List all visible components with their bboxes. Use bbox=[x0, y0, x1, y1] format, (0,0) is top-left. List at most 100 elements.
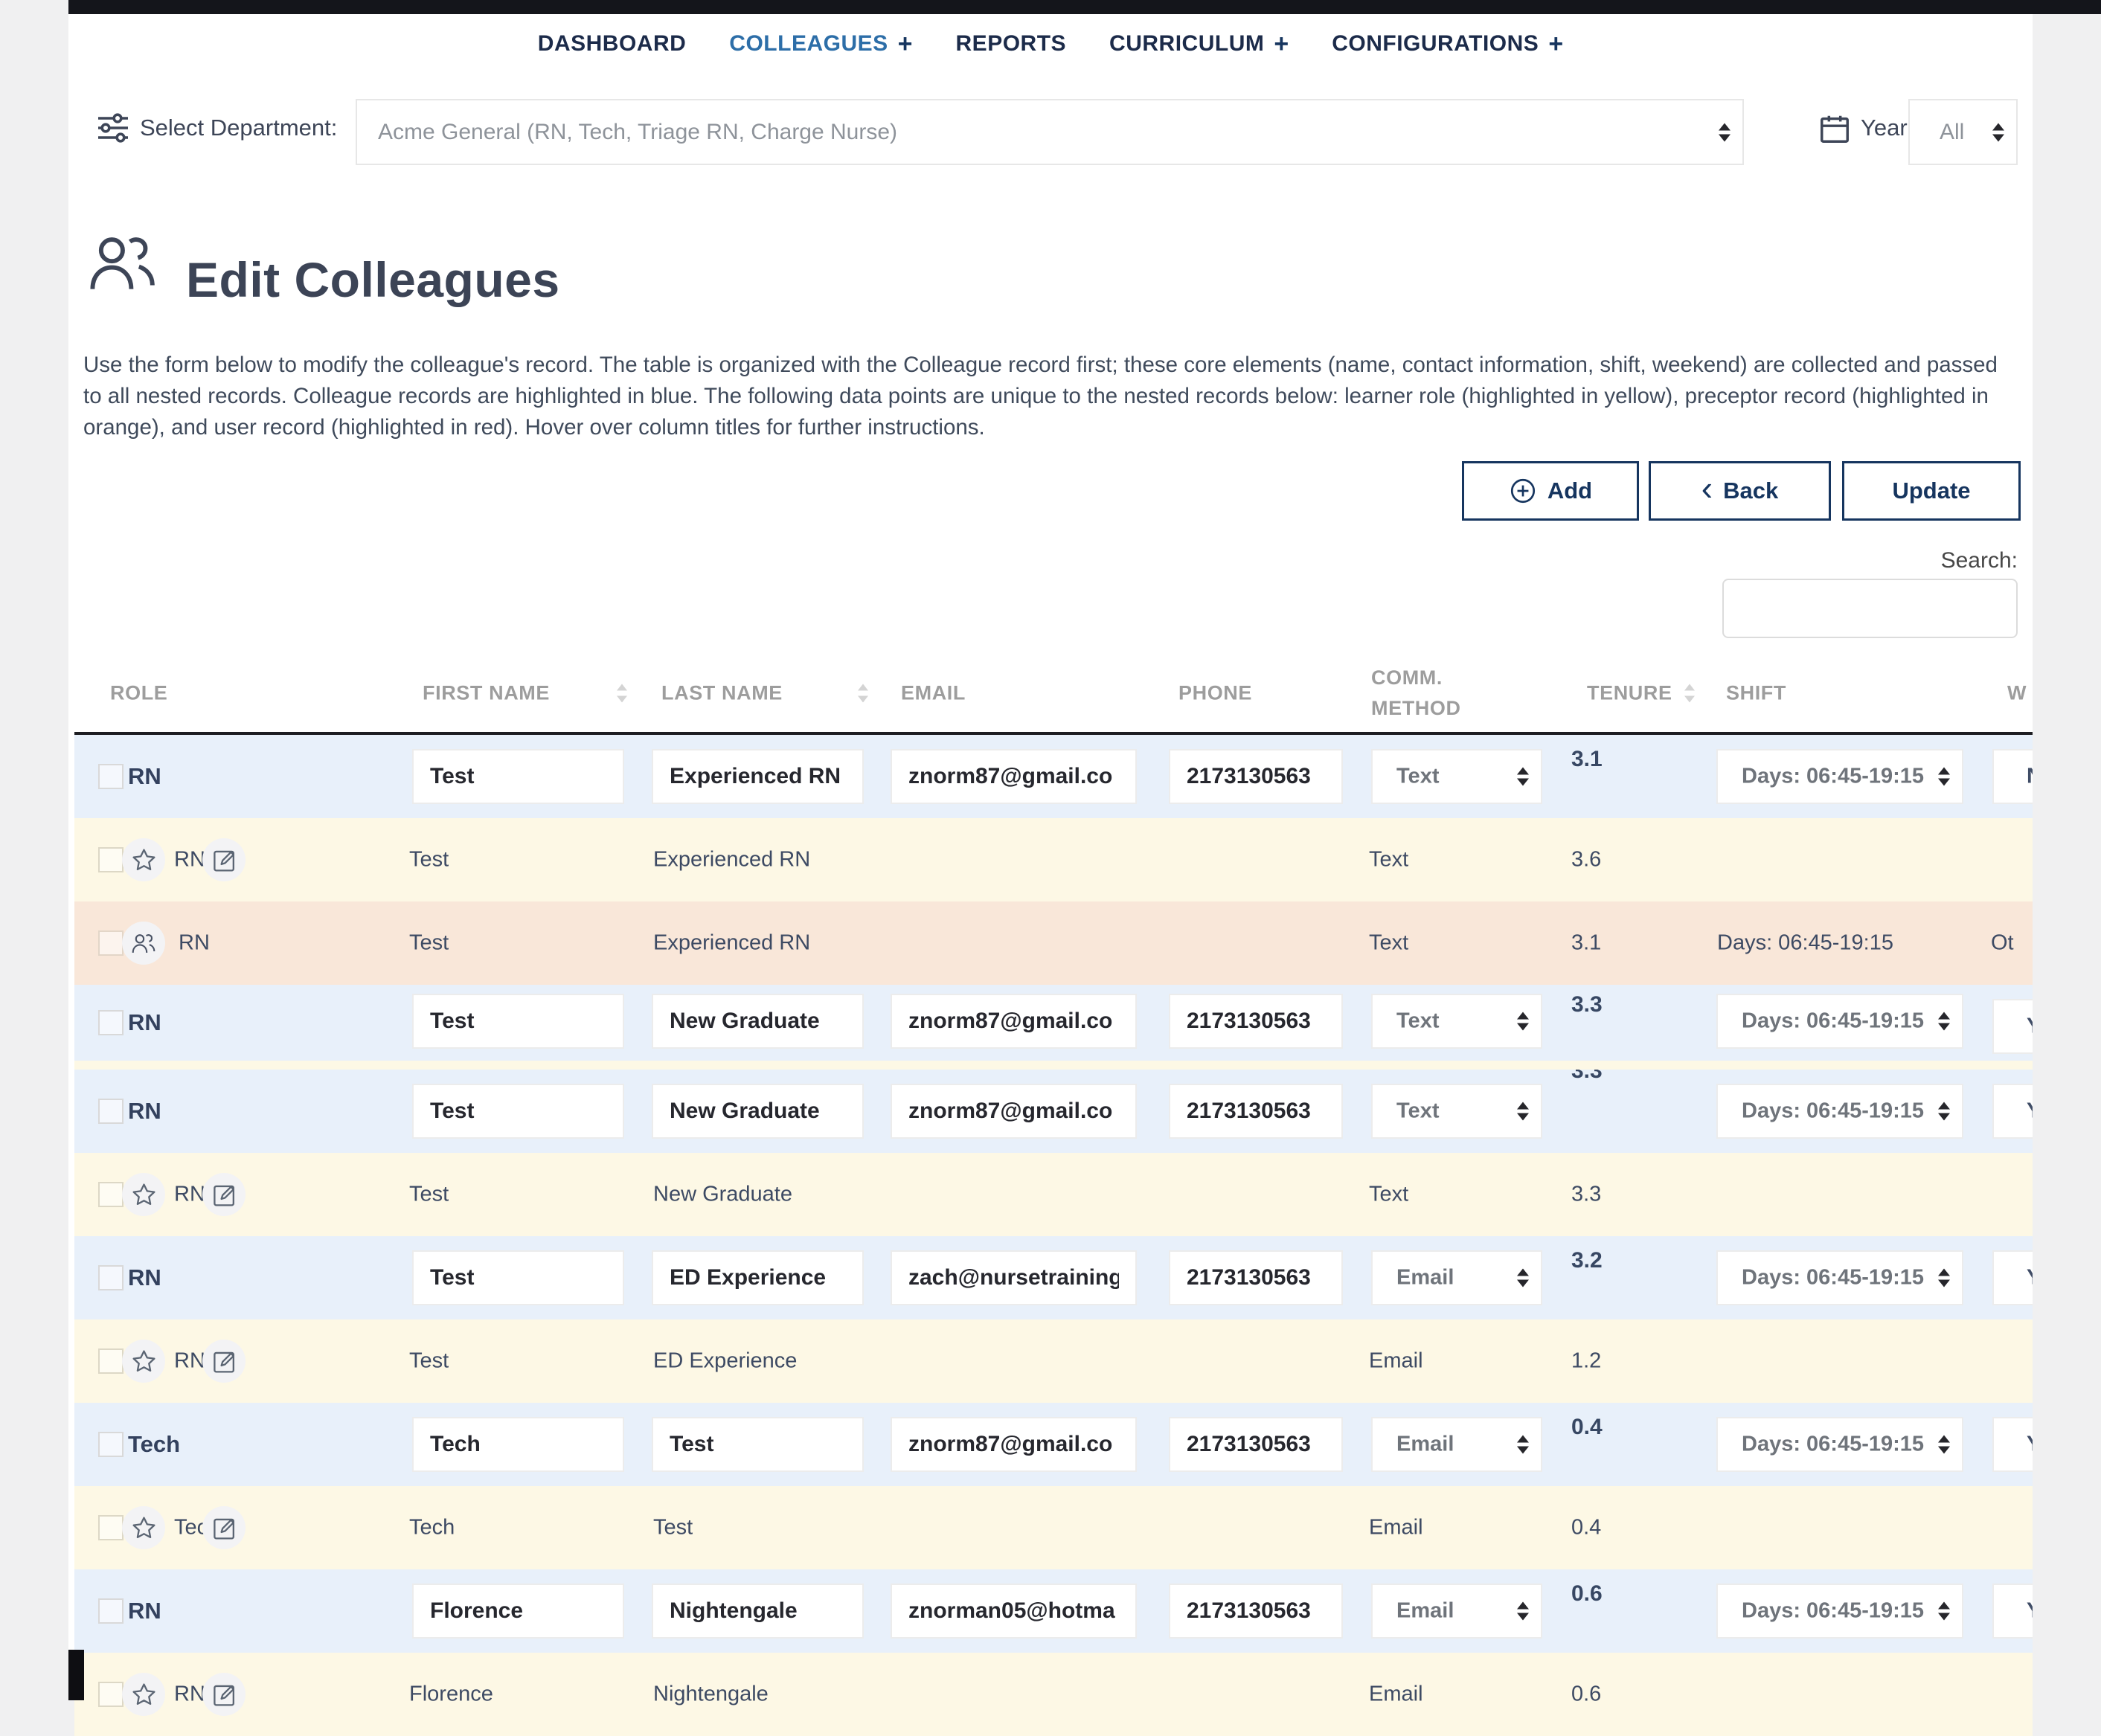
weekend-select-clipped[interactable]: Y bbox=[1992, 999, 2033, 1054]
tenure-value: 0.4 bbox=[1571, 1516, 1601, 1540]
comm-method-select[interactable]: Text bbox=[1371, 1084, 1542, 1139]
edit-icon[interactable] bbox=[202, 1173, 246, 1216]
weekend-value: Y bbox=[2027, 1099, 2033, 1124]
weekend-select-clipped[interactable]: Y bbox=[1992, 1417, 2033, 1472]
last-name-input[interactable] bbox=[652, 749, 864, 804]
star-icon[interactable] bbox=[122, 1340, 165, 1383]
sort-icon[interactable] bbox=[1684, 684, 1695, 703]
comm-method-select[interactable]: Text bbox=[1371, 749, 1542, 804]
row-checkbox[interactable] bbox=[98, 1682, 124, 1707]
chevron-updown-icon bbox=[1938, 1102, 1950, 1121]
edit-icon[interactable] bbox=[202, 838, 246, 881]
email-input[interactable] bbox=[891, 994, 1137, 1049]
shift-select[interactable]: Days: 06:45-19:15 bbox=[1716, 1417, 1963, 1472]
sort-icon[interactable] bbox=[617, 684, 627, 703]
nav-item-configurations[interactable]: CONFIGURATIONS+ bbox=[1332, 31, 1563, 57]
sort-icon[interactable] bbox=[858, 684, 868, 703]
table-row-learner: RNFlorenceNightengaleEmail0.6 bbox=[74, 1653, 2033, 1736]
shift-select[interactable]: Days: 06:45-19:15 bbox=[1716, 1084, 1963, 1139]
star-icon[interactable] bbox=[122, 1673, 165, 1716]
email-input[interactable] bbox=[891, 749, 1137, 804]
role-label: RN bbox=[179, 931, 210, 956]
first-name-input[interactable] bbox=[412, 1417, 624, 1472]
shift-select[interactable]: Days: 06:45-19:15 bbox=[1716, 1250, 1963, 1305]
edit-icon[interactable] bbox=[202, 1506, 246, 1549]
back-button[interactable]: ‹ Back bbox=[1649, 461, 1831, 521]
shift-select-value: Days: 06:45-19:15 bbox=[1742, 1599, 1924, 1624]
star-icon[interactable] bbox=[122, 838, 165, 881]
comm-method-select[interactable]: Email bbox=[1371, 1250, 1542, 1305]
edit-icon[interactable] bbox=[202, 1673, 246, 1716]
email-input[interactable] bbox=[891, 1584, 1137, 1639]
nav-item-dashboard[interactable]: DASHBOARD bbox=[538, 31, 687, 57]
comm-method-select[interactable]: Email bbox=[1371, 1584, 1542, 1639]
people-icon[interactable] bbox=[122, 922, 165, 965]
comm-method-select[interactable]: Text bbox=[1371, 994, 1542, 1049]
first-name-input[interactable] bbox=[412, 1584, 624, 1639]
tenure-value: 0.6 bbox=[1571, 1682, 1601, 1707]
shift-select[interactable]: Days: 06:45-19:15 bbox=[1716, 749, 1963, 804]
department-select[interactable]: Acme General (RN, Tech, Triage RN, Charg… bbox=[356, 99, 1744, 165]
row-checkbox[interactable] bbox=[98, 1515, 124, 1540]
weekend-select-clipped[interactable]: N bbox=[1992, 749, 2033, 804]
add-button-label: Add bbox=[1547, 478, 1592, 504]
shift-select[interactable]: Days: 06:45-19:15 bbox=[1716, 994, 1963, 1049]
row-checkbox[interactable] bbox=[98, 1348, 124, 1374]
star-icon[interactable] bbox=[122, 1506, 165, 1549]
update-button[interactable]: Update bbox=[1842, 461, 2021, 521]
row-checkbox[interactable] bbox=[98, 930, 124, 956]
last-name-text: Experienced RN bbox=[653, 931, 810, 956]
phone-input[interactable] bbox=[1169, 994, 1343, 1049]
column-header-shift: SHIFT bbox=[1726, 682, 1786, 705]
email-input[interactable] bbox=[891, 1250, 1137, 1305]
last-name-input[interactable] bbox=[652, 1250, 864, 1305]
row-checkbox[interactable] bbox=[98, 1182, 124, 1207]
star-icon[interactable] bbox=[122, 1173, 165, 1216]
row-checkbox[interactable] bbox=[98, 1265, 124, 1290]
shift-select-value: Days: 06:45-19:15 bbox=[1742, 765, 1924, 789]
phone-input[interactable] bbox=[1169, 1584, 1343, 1639]
nav-item-colleagues[interactable]: COLLEAGUES+ bbox=[729, 31, 912, 57]
last-name-text: New Graduate bbox=[653, 1183, 792, 1207]
table-row-learner: TechTechTestEmail0.4 bbox=[74, 1486, 2033, 1569]
row-checkbox[interactable] bbox=[98, 1010, 124, 1035]
first-name-input[interactable] bbox=[412, 1084, 624, 1139]
phone-input[interactable] bbox=[1169, 1417, 1343, 1472]
weekend-select-clipped[interactable]: Y bbox=[1992, 1250, 2033, 1305]
year-select[interactable]: All bbox=[1908, 99, 2018, 165]
nav-item-curriculum[interactable]: CURRICULUM+ bbox=[1109, 31, 1289, 57]
weekend-select-clipped[interactable]: Y bbox=[1992, 1084, 2033, 1139]
row-checkbox[interactable] bbox=[98, 1432, 124, 1457]
department-select-value: Acme General (RN, Tech, Triage RN, Charg… bbox=[378, 120, 897, 145]
column-header-phone: PHONE bbox=[1178, 682, 1252, 705]
row-checkbox[interactable] bbox=[98, 1099, 124, 1124]
nav-item-label: CURRICULUM bbox=[1109, 31, 1264, 57]
first-name-input[interactable] bbox=[412, 749, 624, 804]
tenure-value: 3.2 bbox=[1571, 1248, 1603, 1273]
last-name-input[interactable] bbox=[652, 1584, 864, 1639]
last-name-input[interactable] bbox=[652, 1084, 864, 1139]
email-input[interactable] bbox=[891, 1417, 1137, 1472]
last-name-input[interactable] bbox=[652, 994, 864, 1049]
search-label: Search: bbox=[1794, 548, 2018, 573]
edit-icon[interactable] bbox=[202, 1340, 246, 1383]
table-row-sliver bbox=[74, 1061, 2033, 1070]
last-name-input[interactable] bbox=[652, 1417, 864, 1472]
add-button[interactable]: Add bbox=[1462, 461, 1639, 521]
role-label: RN bbox=[174, 848, 205, 872]
shift-select[interactable]: Days: 06:45-19:15 bbox=[1716, 1584, 1963, 1639]
phone-input[interactable] bbox=[1169, 1084, 1343, 1139]
first-name-input[interactable] bbox=[412, 1250, 624, 1305]
first-name-input[interactable] bbox=[412, 994, 624, 1049]
comm-method-select[interactable]: Email bbox=[1371, 1417, 1542, 1472]
search-input[interactable] bbox=[1722, 579, 2018, 638]
phone-input[interactable] bbox=[1169, 749, 1343, 804]
row-checkbox[interactable] bbox=[98, 1598, 124, 1624]
row-checkbox[interactable] bbox=[98, 764, 124, 789]
email-input[interactable] bbox=[891, 1084, 1137, 1139]
phone-input[interactable] bbox=[1169, 1250, 1343, 1305]
row-checkbox[interactable] bbox=[98, 847, 124, 872]
tenure-value: 3.3 bbox=[1571, 1070, 1603, 1085]
weekend-select-clipped[interactable]: Y bbox=[1992, 1584, 2033, 1639]
nav-item-reports[interactable]: REPORTS bbox=[956, 31, 1067, 57]
